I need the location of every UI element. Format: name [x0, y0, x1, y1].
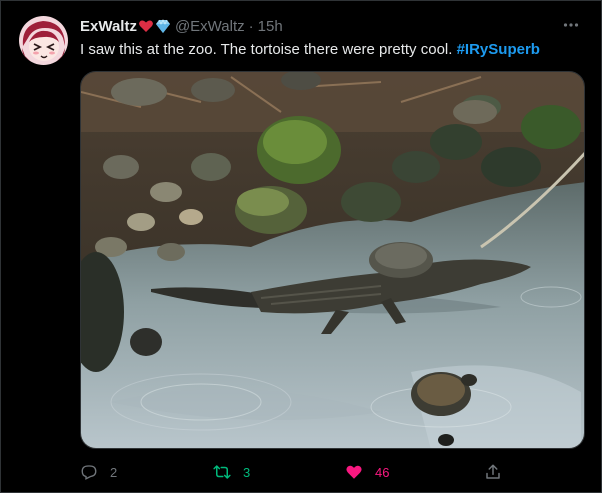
gem-icon [155, 18, 171, 34]
action-bar: 2 3 46 [80, 461, 585, 483]
handle[interactable]: @ExWaltz [175, 18, 245, 35]
red-heart-icon [138, 18, 154, 34]
share-icon [486, 464, 500, 479]
avatar[interactable] [19, 16, 68, 65]
more-icon[interactable] [559, 15, 583, 35]
separator-dot: · [248, 17, 254, 35]
like-icon [346, 465, 362, 479]
retweet-count: 3 [243, 464, 251, 480]
timestamp[interactable]: 15h [258, 18, 283, 35]
tweet-text: I saw this at the zoo. The tortoise ther… [80, 40, 540, 60]
tweet-photo[interactable] [80, 71, 585, 449]
hashtag-link[interactable]: #IRySuperb [457, 41, 540, 58]
reply-button[interactable]: 2 [80, 461, 117, 483]
like-button[interactable]: 46 [345, 461, 389, 483]
reply-count: 2 [110, 464, 118, 480]
retweet-button[interactable]: 3 [213, 461, 250, 483]
like-count: 46 [375, 464, 390, 480]
tweet-card[interactable]: ExWaltz @ExWaltz · 15h I saw this at the… [0, 0, 602, 493]
tweet-body: I saw this at the zoo. The tortoise ther… [80, 41, 453, 58]
reply-icon [81, 465, 97, 480]
display-name[interactable]: ExWaltz [80, 18, 137, 35]
tweet-header: ExWaltz @ExWaltz · 15h [80, 17, 283, 35]
share-button[interactable] [484, 461, 502, 483]
retweet-icon [213, 465, 231, 479]
